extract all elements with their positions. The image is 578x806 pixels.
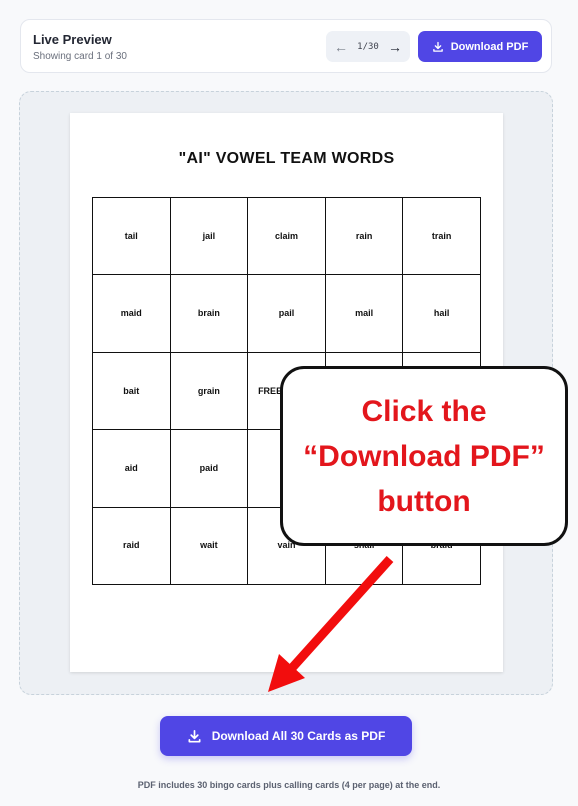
bingo-cell: raid <box>93 507 171 585</box>
bingo-cell: hail <box>403 275 481 353</box>
prev-card-button[interactable]: ← <box>334 40 348 54</box>
bingo-cell: bait <box>93 352 171 431</box>
bingo-cell: tail <box>93 198 171 276</box>
callout-line-2: “Download PDF” <box>303 439 545 473</box>
live-preview-title: Live Preview <box>33 32 112 47</box>
download-pdf-button[interactable]: Download PDF <box>418 31 542 62</box>
card-position-text: Showing card 1 of 30 <box>33 51 127 62</box>
card-title: "AI" VOWEL TEAM WORDS <box>178 150 395 167</box>
bingo-cell: pail <box>248 275 326 353</box>
instruction-callout: Click the “Download PDF” button <box>280 366 568 546</box>
bingo-cell: grain <box>170 352 249 431</box>
bingo-cell: rain <box>325 198 404 276</box>
pdf-info-note: PDF includes 30 bingo cards plus calling… <box>137 780 441 790</box>
bingo-cell: mail <box>325 275 404 353</box>
download-all-label: Download All 30 Cards as PDF <box>211 729 386 743</box>
bingo-cell: train <box>403 198 481 276</box>
callout-line-3: button <box>377 484 471 518</box>
callout-line-1: Click the <box>361 394 487 428</box>
next-card-button[interactable]: → <box>388 40 402 54</box>
download-all-button[interactable]: Download All 30 Cards as PDF <box>160 716 412 756</box>
download-icon <box>188 729 201 742</box>
download-icon <box>432 41 443 52</box>
bingo-cell: jail <box>170 198 249 276</box>
bingo-cell: aid <box>93 430 171 508</box>
bingo-cell: wait <box>170 507 249 585</box>
bingo-cell: maid <box>93 275 171 353</box>
bingo-cell: brain <box>170 275 249 353</box>
bingo-cell: claim <box>248 198 326 276</box>
bingo-cell: paid <box>170 430 249 508</box>
card-counter: 1/30 <box>357 41 379 52</box>
download-pdf-label: Download PDF <box>450 40 529 53</box>
preview-header: Live Preview Showing card 1 of 30 ← 1/30… <box>20 19 552 73</box>
card-pager: ← 1/30 → <box>326 31 410 62</box>
